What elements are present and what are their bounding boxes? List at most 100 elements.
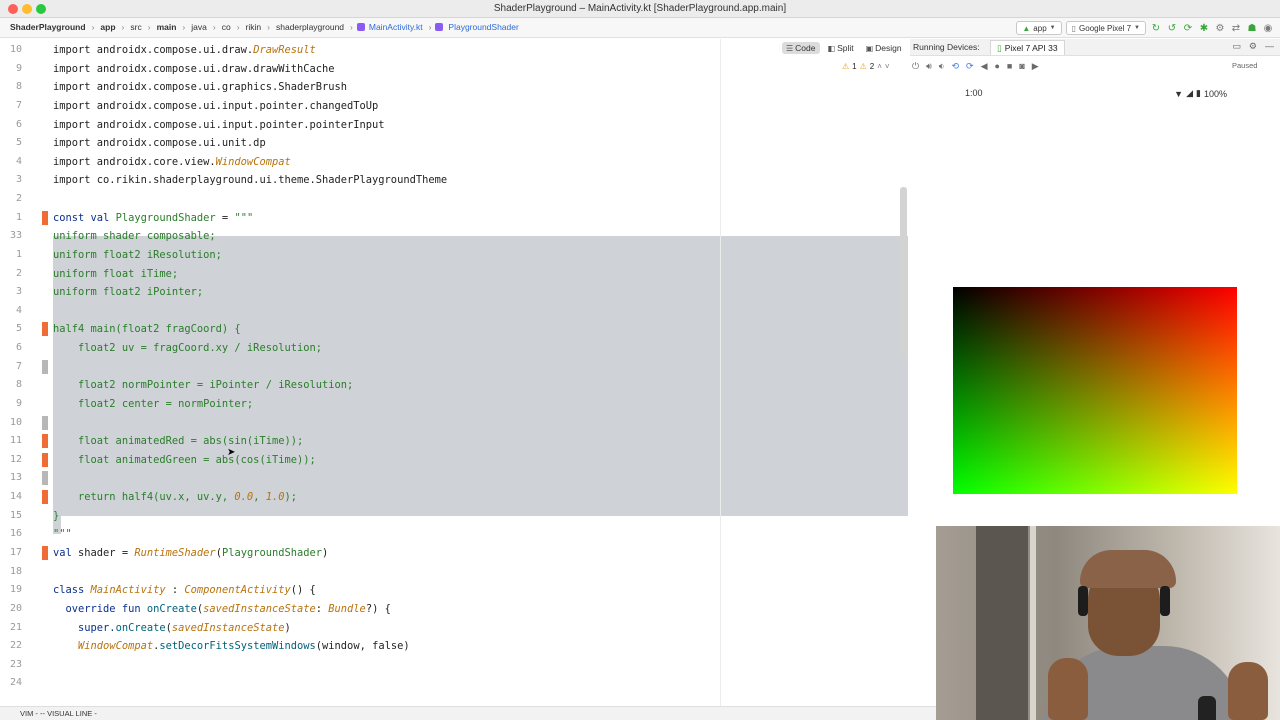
line-number[interactable]: 9 bbox=[0, 60, 22, 79]
settings-icon[interactable]: ⚙ bbox=[1214, 22, 1226, 34]
code-line[interactable]: 4 import androidx.core.view.WindowCompat bbox=[0, 153, 910, 172]
line-number[interactable]: 6 bbox=[0, 116, 22, 135]
code-line[interactable]: 3 import co.rikin.shaderplayground.ui.the… bbox=[0, 171, 910, 190]
line-number[interactable]: 4 bbox=[0, 302, 22, 321]
line-number[interactable]: 20 bbox=[0, 600, 22, 619]
chevron-down-icon[interactable]: ˅ bbox=[885, 62, 890, 71]
line-number[interactable]: 3 bbox=[0, 283, 22, 302]
debug-icon[interactable]: ✱ bbox=[1198, 22, 1210, 34]
line-number[interactable]: 10 bbox=[0, 41, 22, 60]
chevron-up-icon[interactable]: ˄ bbox=[877, 62, 882, 71]
vcs-change-marker[interactable] bbox=[42, 471, 48, 486]
shader-canvas[interactable] bbox=[953, 287, 1237, 494]
overview-icon[interactable]: ■ bbox=[1007, 61, 1012, 71]
breadcrumb-item-symbol[interactable]: PlaygroundShader bbox=[446, 22, 520, 32]
split-view-button[interactable]: ◧ Split bbox=[824, 42, 858, 54]
line-number[interactable]: 22 bbox=[0, 637, 22, 656]
code-line[interactable]: 9 import androidx.compose.ui.draw.drawWit… bbox=[0, 60, 910, 79]
line-number[interactable]: 33 bbox=[0, 227, 22, 246]
code-line[interactable]: 3 uniform float2 iPointer; bbox=[0, 283, 910, 302]
rotate-right-icon[interactable]: ⟳ bbox=[966, 61, 974, 72]
code-line[interactable]: 9 float2 center = normPointer; bbox=[0, 395, 910, 414]
code-line[interactable]: 22 WindowCompat.setDecorFitsSystemWindow… bbox=[0, 637, 910, 656]
code-line[interactable]: 7 bbox=[0, 358, 910, 377]
design-view-button[interactable]: ▣ Design bbox=[862, 42, 906, 54]
code-line[interactable]: 10 bbox=[0, 414, 910, 433]
code-line[interactable]: 1 uniform float2 iResolution; bbox=[0, 246, 910, 265]
code-line[interactable]: 2 uniform float iTime; bbox=[0, 265, 910, 284]
code-line[interactable]: 6 import androidx.compose.ui.input.pointe… bbox=[0, 116, 910, 135]
code-line[interactable]: 15} bbox=[0, 507, 910, 526]
code-line[interactable]: 19 class MainActivity : ComponentActivity… bbox=[0, 581, 910, 600]
rerun-icon[interactable]: ↻ bbox=[1150, 22, 1162, 34]
line-number[interactable]: 19 bbox=[0, 581, 22, 600]
line-number[interactable]: 10 bbox=[0, 414, 22, 433]
device-tab[interactable]: ▯ Pixel 7 API 33 bbox=[990, 40, 1065, 55]
device-dropdown[interactable]: ▯ Google Pixel 7 ▼ bbox=[1065, 21, 1146, 35]
line-number[interactable]: 12 bbox=[0, 451, 22, 470]
code-line[interactable]: 2 bbox=[0, 190, 910, 209]
code-line[interactable]: 33 uniform shader composable; bbox=[0, 227, 910, 246]
breadcrumb-item-project[interactable]: ShaderPlayground bbox=[8, 22, 88, 32]
vcs-change-marker[interactable] bbox=[42, 359, 48, 374]
line-number[interactable]: 16 bbox=[0, 525, 22, 544]
breadcrumb-item-rikin[interactable]: rikin bbox=[244, 22, 264, 32]
vcs-change-marker[interactable] bbox=[42, 546, 48, 560]
line-number[interactable]: 5 bbox=[0, 320, 22, 339]
volume-down-icon[interactable]: 🔉︎ bbox=[939, 61, 945, 72]
line-number[interactable]: 15 bbox=[0, 507, 22, 526]
apply-code-changes-icon[interactable]: ⟳ bbox=[1182, 22, 1194, 34]
line-number[interactable]: 8 bbox=[0, 376, 22, 395]
vcs-change-marker[interactable] bbox=[42, 415, 48, 430]
code-view-button[interactable]: ☰ Code bbox=[782, 42, 820, 54]
code-line[interactable]: 8 float2 normPointer = iPointer / iResol… bbox=[0, 376, 910, 395]
back-icon[interactable]: ◀ bbox=[981, 61, 988, 72]
breadcrumb-item-module[interactable]: app bbox=[98, 22, 117, 32]
apply-changes-icon[interactable]: ↺ bbox=[1166, 22, 1178, 34]
code-line[interactable]: 14 return half4(uv.x, uv.y, 0.0, 1.0); bbox=[0, 488, 910, 507]
code-line[interactable]: 21 super.onCreate(savedInstanceState) bbox=[0, 619, 910, 638]
line-number[interactable]: 8 bbox=[0, 78, 22, 97]
line-number[interactable]: 3 bbox=[0, 171, 22, 190]
breadcrumb-item-package[interactable]: shaderplayground bbox=[274, 22, 346, 32]
user-icon[interactable]: ◉ bbox=[1262, 22, 1274, 34]
code-line[interactable]: 17 val shader = RuntimeShader(PlaygroundS… bbox=[0, 544, 910, 563]
settings-icon[interactable]: ⚙ bbox=[1249, 41, 1257, 52]
vcs-change-marker[interactable] bbox=[42, 322, 48, 337]
code-line[interactable]: 16 """ bbox=[0, 525, 910, 544]
breadcrumb-item-main[interactable]: main bbox=[155, 22, 179, 32]
power-icon[interactable]: ⏻ bbox=[912, 61, 919, 72]
code-line[interactable]: 12 float animatedGreen = abs(cos(iTime))… bbox=[0, 451, 910, 470]
line-number[interactable]: 11 bbox=[0, 432, 22, 451]
android-robot-icon[interactable]: ☗ bbox=[1246, 22, 1258, 34]
line-number[interactable]: 1 bbox=[0, 246, 22, 265]
screenshot-icon[interactable]: ◙ bbox=[1019, 61, 1024, 71]
line-number[interactable]: 23 bbox=[0, 656, 22, 675]
line-number[interactable]: 9 bbox=[0, 395, 22, 414]
minimize-icon[interactable]: — bbox=[1265, 41, 1274, 52]
code-line[interactable]: 5 import androidx.compose.ui.unit.dp bbox=[0, 134, 910, 153]
line-number[interactable]: 14 bbox=[0, 488, 22, 507]
code-line[interactable]: 5 half4 main(float2 fragCoord) { bbox=[0, 320, 910, 339]
layout-icon[interactable]: ▭ bbox=[1232, 41, 1241, 52]
line-number[interactable]: 1 bbox=[0, 209, 22, 228]
sync-icon[interactable]: ⇄ bbox=[1230, 22, 1242, 34]
vcs-change-marker[interactable] bbox=[42, 490, 48, 505]
rotate-left-icon[interactable]: ⟲ bbox=[951, 61, 959, 72]
volume-up-icon[interactable]: 🔊︎ bbox=[926, 61, 932, 72]
code-line[interactable]: 1 const val PlaygroundShader = """ bbox=[0, 209, 910, 228]
line-number[interactable]: 7 bbox=[0, 97, 22, 116]
breadcrumb-item-java[interactable]: java bbox=[189, 22, 209, 32]
code-line[interactable]: 20 override fun onCreate(savedInstanceSt… bbox=[0, 600, 910, 619]
line-number[interactable]: 21 bbox=[0, 619, 22, 638]
line-number[interactable]: 4 bbox=[0, 153, 22, 172]
code-line[interactable]: 13 bbox=[0, 469, 910, 488]
vcs-change-marker[interactable] bbox=[42, 434, 48, 449]
line-number[interactable]: 2 bbox=[0, 190, 22, 209]
code-line[interactable]: 18 bbox=[0, 563, 910, 582]
code-line[interactable]: 11 float animatedRed = abs(sin(iTime)); bbox=[0, 432, 910, 451]
home-icon[interactable]: ● bbox=[994, 61, 999, 71]
breadcrumb-item-file[interactable]: MainActivity.kt bbox=[367, 22, 425, 32]
code-line[interactable]: 7 import androidx.compose.ui.input.pointe… bbox=[0, 97, 910, 116]
code-line[interactable]: 4 bbox=[0, 302, 910, 321]
